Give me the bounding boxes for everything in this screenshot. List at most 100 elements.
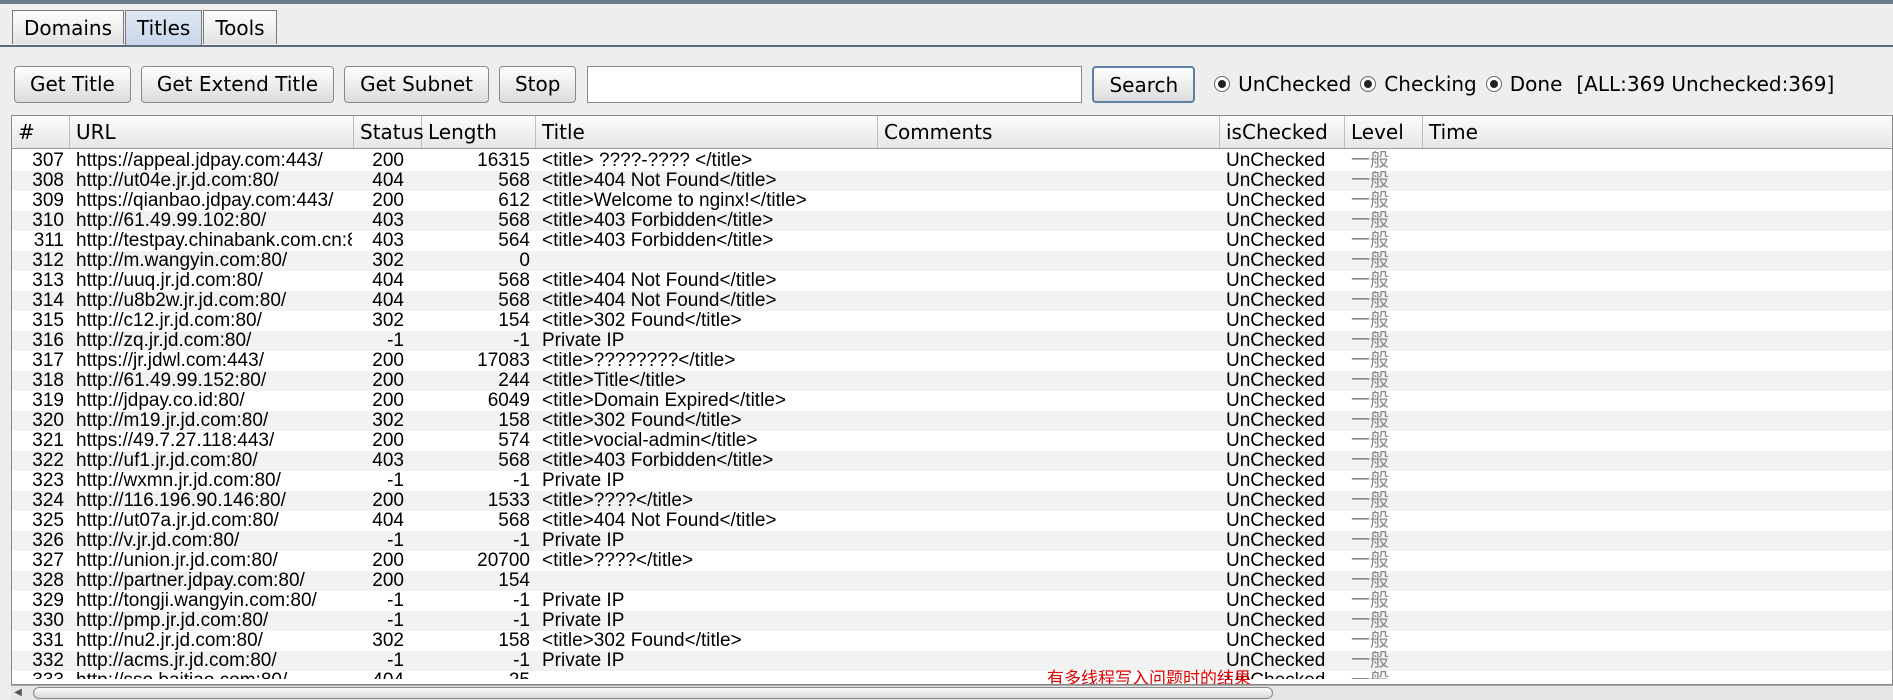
table-row[interactable]: 315 http://c12.jr.jd.com:80/302 154 <title>… bbox=[12, 311, 1892, 331]
cell-title: <title>404 Not Found</title> bbox=[542, 171, 777, 191]
table-row[interactable]: 307 https://appeal.jdpay.com:443/200 16315… bbox=[12, 151, 1892, 171]
cell-title: Private IP bbox=[542, 471, 625, 491]
cell-status: 403 bbox=[372, 211, 404, 231]
table-row[interactable]: 332 http://acms.jr.jd.com:80/ -1 -1 Private … bbox=[12, 651, 1892, 671]
cell-number: 314 bbox=[32, 291, 64, 311]
cell-status: 200 bbox=[372, 371, 404, 391]
cell-ischecked: UnChecked bbox=[1226, 351, 1326, 371]
table-row[interactable]: 321 https://49.7.27.118:443/200 574 <title>… bbox=[12, 431, 1892, 451]
stop-button[interactable]: Stop bbox=[498, 65, 577, 103]
cell-status: 200 bbox=[372, 191, 404, 211]
cell-status: 404 bbox=[372, 271, 404, 291]
cell-length: 568 bbox=[498, 511, 530, 531]
table-row[interactable]: 322 http://uf1.jr.jd.com:80/403 568 <title>… bbox=[12, 451, 1892, 471]
table-row[interactable]: 323 http://wxmn.jr.jd.com:80/ -1 -1 Private … bbox=[12, 471, 1892, 491]
table-body[interactable]: 307 https://appeal.jdpay.com:443/200 16315… bbox=[12, 151, 1892, 679]
cell-status: 404 bbox=[354, 671, 404, 679]
cell-time bbox=[1429, 551, 1889, 571]
table-row[interactable]: 333http://sso.baitiao.com:80/40425UnChec… bbox=[12, 671, 1892, 679]
cell-length: 20700 bbox=[477, 551, 530, 571]
radio-selected-icon[interactable] bbox=[1214, 76, 1231, 92]
cell-status: 200 bbox=[372, 491, 404, 511]
cell-comments bbox=[884, 331, 1218, 351]
cell-length: 17083 bbox=[477, 351, 530, 371]
radio-done[interactable]: Done bbox=[1485, 72, 1562, 96]
cell-url: http://acms.jr.jd.com:80/ bbox=[76, 651, 277, 671]
column-header-ischecked[interactable]: isChecked bbox=[1220, 116, 1345, 148]
cell-comments bbox=[884, 531, 1218, 551]
table-row[interactable]: 308 http://ut04e.jr.jd.com:80/404 568 <titl… bbox=[12, 171, 1892, 191]
tab-titles[interactable]: Titles bbox=[125, 10, 203, 46]
table-row[interactable]: 313 http://uuq.jr.jd.com:80/404 568 <title>… bbox=[12, 271, 1892, 291]
table-row[interactable]: 330 http://pmp.jr.jd.com:80/ -1 -1 Private I… bbox=[12, 611, 1892, 631]
cell-length: 16315 bbox=[477, 151, 530, 171]
cell-number: 310 bbox=[32, 211, 64, 231]
search-button[interactable]: Search bbox=[1092, 65, 1196, 103]
cell-url: http://c12.jr.jd.com:80/ bbox=[76, 311, 262, 331]
radio-unchecked[interactable]: UnChecked bbox=[1214, 72, 1351, 96]
cell-ischecked: UnChecked bbox=[1226, 371, 1326, 391]
table-row[interactable]: 325 http://ut07a.jr.jd.com:80/404 568 <titl… bbox=[12, 511, 1892, 531]
cell-url: http://116.196.90.146:80/ bbox=[76, 491, 286, 511]
cell-ischecked: UnChecked bbox=[1226, 531, 1326, 551]
cell-number: 309 bbox=[32, 191, 64, 211]
cell-status: 302 bbox=[372, 631, 404, 651]
table-row[interactable]: 318 http://61.49.99.152:80/200 244 <title>T… bbox=[12, 371, 1892, 391]
table-row[interactable]: 326 http://v.jr.jd.com:80/ -1 -1 Private IP U… bbox=[12, 531, 1892, 551]
column-header-url[interactable]: URL bbox=[70, 116, 354, 148]
tab-domains[interactable]: Domains bbox=[12, 10, 125, 44]
column-header-title[interactable]: Title bbox=[536, 116, 878, 148]
cell-comments bbox=[884, 231, 1218, 251]
scrollbar-thumb[interactable] bbox=[33, 687, 1273, 699]
scroll-left-icon[interactable]: ◀ bbox=[11, 686, 25, 700]
table-row[interactable]: 314 http://u8b2w.jr.jd.com:80/404 568 <titl… bbox=[12, 291, 1892, 311]
table-row[interactable]: 312 http://m.wangyin.com:80/302 0 UnChecked… bbox=[12, 251, 1892, 271]
radio-checking[interactable]: Checking bbox=[1360, 72, 1477, 96]
get-subnet-button[interactable]: Get Subnet bbox=[344, 65, 489, 103]
table-row[interactable]: 328 http://partner.jdpay.com:80/200 154 UnC… bbox=[12, 571, 1892, 591]
cell-length: 25 bbox=[422, 671, 530, 679]
search-input[interactable] bbox=[587, 65, 1083, 103]
table-row[interactable]: 317 https://jr.jdwl.com:443/200 17083 <titl… bbox=[12, 351, 1892, 371]
table-row[interactable]: 329 http://tongji.wangyin.com:80/ -1 -1 Priv… bbox=[12, 591, 1892, 611]
table-row[interactable]: 331 http://nu2.jr.jd.com:80/302 158 <title>… bbox=[12, 631, 1892, 651]
cell-url: http://uuq.jr.jd.com:80/ bbox=[76, 271, 263, 291]
cell-level: 一般 bbox=[1351, 271, 1390, 291]
column-header-time[interactable]: Time bbox=[1423, 116, 1892, 148]
table-row[interactable]: 316 http://zq.jr.jd.com:80/ -1 -1 Private IP… bbox=[12, 331, 1892, 351]
table-row[interactable]: 320 http://m19.jr.jd.com:80/302 158 <title>… bbox=[12, 411, 1892, 431]
tab-tools[interactable]: Tools bbox=[203, 10, 277, 44]
cell-ischecked: UnChecked bbox=[1226, 211, 1326, 231]
cell-title: <title>Welcome to nginx!</title> bbox=[542, 191, 807, 211]
cell-length: 568 bbox=[498, 291, 530, 311]
table-row[interactable]: 319 http://jdpay.co.id:80/200 6049 <title>D… bbox=[12, 391, 1892, 411]
column-header-status[interactable]: Status bbox=[354, 116, 424, 148]
cell-number: 321 bbox=[32, 431, 64, 451]
cell-time bbox=[1429, 471, 1889, 491]
horizontal-scrollbar[interactable]: ◀ bbox=[11, 685, 1893, 700]
radio-selected-icon[interactable] bbox=[1360, 76, 1377, 92]
cell-title: <title>403 Forbidden</title> bbox=[542, 451, 774, 471]
cell-time bbox=[1429, 631, 1889, 651]
cell-ischecked: UnChecked bbox=[1226, 511, 1326, 531]
cell-number: 333 bbox=[12, 671, 64, 679]
table-row[interactable]: 311 http://testpay.chinabank.com.cn:80/40… bbox=[12, 231, 1892, 251]
radio-selected-icon[interactable] bbox=[1485, 76, 1502, 92]
cell-comments bbox=[884, 351, 1218, 371]
column-header-level[interactable]: Level bbox=[1345, 116, 1423, 148]
cell-url: https://49.7.27.118:443/ bbox=[76, 431, 275, 451]
table-row[interactable]: 324 http://116.196.90.146:80/200 1533 <titl… bbox=[12, 491, 1892, 511]
cell-length: -1 bbox=[513, 591, 530, 611]
cell-url: http://testpay.chinabank.com.cn:80/ bbox=[76, 231, 352, 251]
column-header-number[interactable]: # bbox=[12, 116, 70, 148]
get-extend-title-button[interactable]: Get Extend Title bbox=[140, 65, 335, 103]
table-row[interactable]: 310 http://61.49.99.102:80/403 568 <title>4… bbox=[12, 211, 1892, 231]
get-title-button[interactable]: Get Title bbox=[14, 65, 131, 103]
cell-status: 403 bbox=[372, 231, 404, 251]
column-header-comments[interactable]: Comments bbox=[878, 116, 1220, 148]
cell-time bbox=[1429, 431, 1889, 451]
cell-number: 307 bbox=[32, 151, 64, 171]
column-header-length[interactable]: Length bbox=[422, 116, 536, 148]
table-row[interactable]: 327 http://union.jr.jd.com:80/200 20700 <ti… bbox=[12, 551, 1892, 571]
table-row[interactable]: 309 https://qianbao.jdpay.com:443/200 612 <… bbox=[12, 191, 1892, 211]
